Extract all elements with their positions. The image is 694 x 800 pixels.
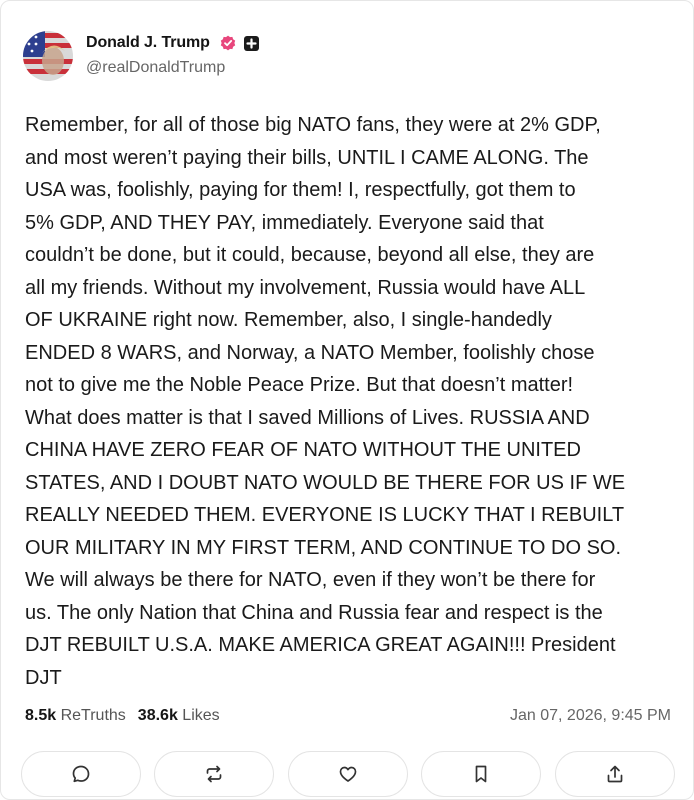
post-text-line: USA was, foolishly, paying for them! I, … [25,179,576,201]
post-text-line: ENDED 8 WARS, and Norway, a NATO Member,… [25,341,595,364]
post-text-line: 5% GDP, AND THEY PAY, immediately. Every… [25,211,544,234]
post-text-line: all my friends. Without my involvement, … [25,276,586,299]
verified-badge-icon [220,35,236,51]
author-handle[interactable]: @realDonaldTrump [86,59,225,77]
share-button[interactable] [555,751,675,797]
post-text-line: DJT [25,666,62,689]
post-text-line: not to give me the Noble Peace Prize. Bu… [25,374,574,396]
like-button[interactable] [288,751,408,797]
likes-label: Likes [182,707,220,724]
post-timestamp[interactable]: Jan 07, 2026, 9:45 PM [510,707,671,725]
post-text-line: couldn’t be done, but it could, because,… [25,244,595,266]
author-name[interactable]: Donald J. Trump [86,34,210,52]
plus-icon [244,36,259,51]
post-text-line: Remember, for all of those big NATO fans… [25,114,601,136]
post-text-line: What does matter is that I saved Million… [25,406,590,429]
avatar[interactable] [23,31,73,81]
retruths-label: ReTruths [60,707,126,724]
heart-icon [339,766,357,782]
post-text-line: STATES, AND I DOUBT NATO WOULD BE THERE … [25,471,626,494]
avatar-image [23,31,73,81]
likes-count: 38.6k [137,707,178,724]
post-stats: 8.5k ReTruths 38.6k Likes [25,707,220,725]
post-text-line: OF UKRAINE right now. Remember, also, I … [25,309,552,331]
retruths-count: 8.5k [25,707,57,724]
post-text-line: us. The only Nation that China and Russi… [25,601,603,624]
retruths-stat[interactable]: 8.5k ReTruths [25,707,126,724]
post-text-line: and most weren’t paying their bills, UNT… [25,146,589,169]
bookmark-icon [475,765,487,783]
reply-button[interactable] [21,751,141,797]
post-text-line: REALLY NEEDED THEM. EVERYONE IS LUCKY TH… [25,504,625,526]
post-text-line: CHINA HAVE ZERO FEAR OF NATO WITHOUT THE… [25,439,581,461]
post-text-line: DJT REBUILT U.S.A. MAKE AMERICA GREAT AG… [25,634,616,656]
bookmark-button[interactable] [421,751,541,797]
likes-stat[interactable]: 38.6k Likes [138,707,220,724]
post-card: Donald J. Trump @realDonaldTrump Remembe… [0,0,694,800]
retruth-button[interactable] [154,751,274,797]
post-text-line: We will always be there for NATO, even i… [25,569,596,591]
repost-icon [206,765,222,783]
action-bar [21,751,675,797]
comment-icon [72,765,90,783]
post-text: Remember, for all of those big NATO fans… [25,109,675,694]
post-text-line: OUR MILITARY IN MY FIRST TERM, AND CONTI… [25,536,622,559]
share-icon [607,765,623,783]
